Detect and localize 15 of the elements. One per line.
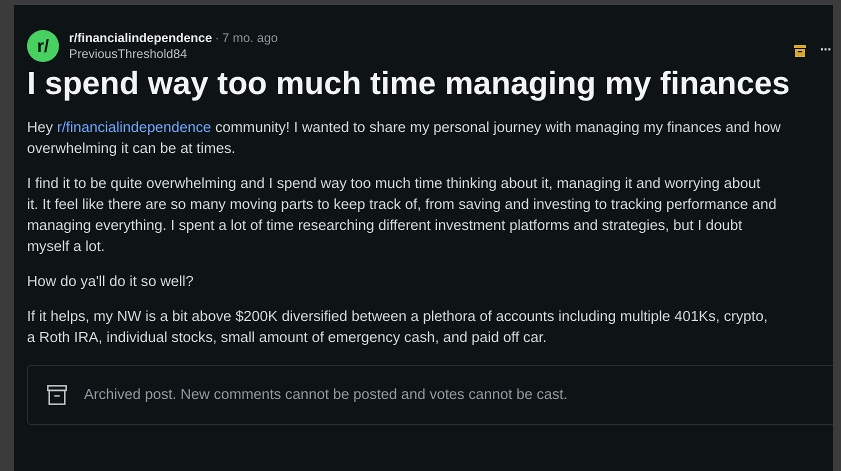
post-paragraph: Hey r/financialindependence community! I wanted to share my personal journey with managing my finances and how overwhelming it can be at times. xyxy=(27,119,782,159)
post-age: 7 mo. ago xyxy=(222,31,278,45)
more-options-button[interactable]: ··· xyxy=(820,41,831,57)
subreddit-link[interactable]: r/financialindependence xyxy=(69,31,212,45)
post-paragraph: I find it to be quite overwhelming and I spend way too much time thinking about it, managing it and worrying about it. It feel like there are so many moving parts to keep track of, from saving and investing to tracking performance and managing everything. I spent a lot of time researching different investment platforms and strategies, but I doubt myself a lot. xyxy=(27,175,778,257)
archive-icon xyxy=(794,45,806,57)
post-paragraph: How do ya'll do it so well? xyxy=(27,273,195,292)
post-paragraph: If it helps, my NW is a bit above $200K diversified between a plethora of accounts including multiple 401Ks, crypto, a Roth IRA, individual stocks, small amount of emergency cash, and paid off car. xyxy=(27,308,769,348)
notice-text: Archived post. New comments cannot be posted and votes cannot be cast. xyxy=(84,387,568,403)
subreddit-avatar[interactable]: r/ xyxy=(27,30,59,62)
post-title: I spend way too much time managing my finances xyxy=(27,64,791,102)
separator: · xyxy=(215,31,220,45)
author-link[interactable]: PreviousThreshold84 xyxy=(69,46,278,62)
archive-icon xyxy=(46,384,68,406)
subreddit-link[interactable]: r/financialindependence xyxy=(57,120,212,136)
